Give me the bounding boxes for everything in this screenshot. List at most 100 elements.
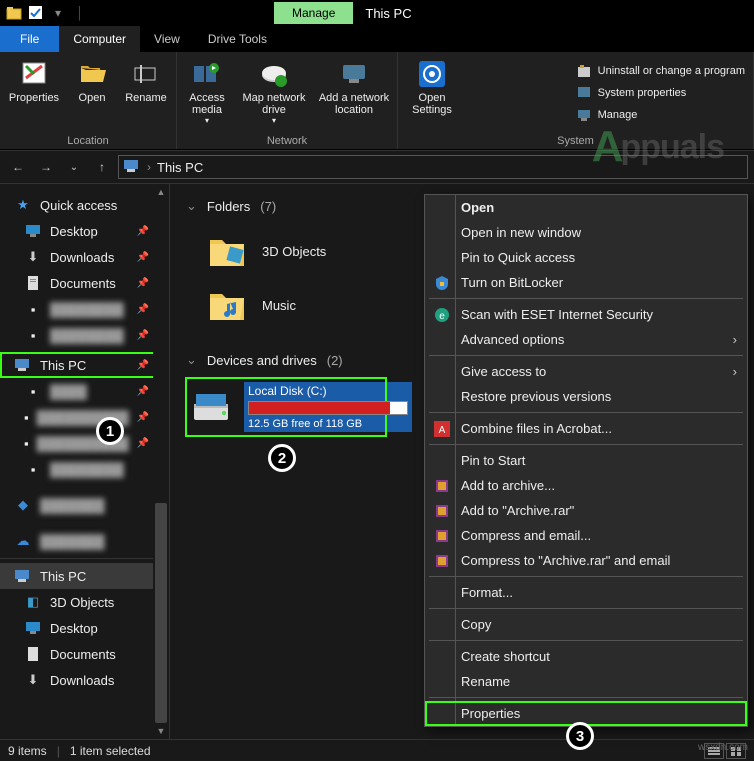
up-button[interactable]: ↑: [90, 155, 114, 179]
ribbon-group-network: Access media ▾ Map network drive ▾ Add a…: [177, 52, 398, 149]
cm-bitlocker[interactable]: Turn on BitLocker: [425, 270, 747, 295]
cm-open-new-window[interactable]: Open in new window: [425, 220, 747, 245]
sidebar-label: Quick access: [40, 198, 117, 213]
access-media-label: Access media: [183, 92, 231, 116]
tab-computer[interactable]: Computer: [59, 26, 140, 52]
pin-icon: 📌: [137, 304, 149, 315]
tab-file[interactable]: File: [0, 26, 59, 52]
uninstall-program-button[interactable]: Uninstall or change a program: [572, 60, 749, 82]
sidebar-item-hidden[interactable]: ▪████📌: [0, 378, 169, 404]
group-label: Devices and drives: [207, 353, 317, 368]
forward-button[interactable]: →: [34, 155, 58, 179]
folder-icon: ▪: [24, 410, 29, 425]
cm-restore-versions[interactable]: Restore previous versions: [425, 384, 747, 409]
cm-compress-email[interactable]: Compress and email...: [425, 523, 747, 548]
cm-pin-start[interactable]: Pin to Start: [425, 448, 747, 473]
folder-icon: ▪: [24, 462, 42, 477]
manage-tab[interactable]: Manage: [274, 2, 353, 24]
sidebar-downloads[interactable]: ⬇ Downloads 📌: [0, 244, 169, 270]
sidebar-desktop[interactable]: Desktop 📌: [0, 218, 169, 244]
cm-compress-rar-email[interactable]: Compress to "Archive.rar" and email: [425, 548, 747, 573]
settings-icon: [416, 58, 448, 90]
sidebar-3d-objects[interactable]: ◧ 3D Objects: [0, 589, 169, 615]
sidebar-quick-access[interactable]: ★ Quick access: [0, 192, 169, 218]
pin-icon: 📌: [137, 278, 149, 289]
sidebar-label: Documents: [50, 276, 116, 291]
cm-open[interactable]: Open: [425, 195, 747, 220]
open-settings-button[interactable]: Open Settings: [402, 56, 462, 118]
drive-local-c[interactable]: Local Disk (C:) 12.5 GB free of 118 GB: [186, 378, 386, 436]
access-media-button[interactable]: Access media ▾: [181, 56, 233, 133]
group-label-location: Location: [4, 133, 172, 147]
sidebar-scrollbar[interactable]: ▲ ▼: [153, 184, 169, 739]
cm-add-archive[interactable]: Add to archive...: [425, 473, 747, 498]
rename-icon: [130, 58, 162, 90]
open-button[interactable]: Open: [66, 56, 118, 133]
sidebar-item-hidden[interactable]: ◆███████: [0, 492, 169, 518]
desktop-icon: [24, 621, 42, 635]
cm-acrobat-combine[interactable]: A Combine files in Acrobat...: [425, 416, 747, 441]
sidebar-documents[interactable]: Documents 📌: [0, 270, 169, 296]
scrollbar-thumb[interactable]: [155, 503, 167, 723]
cm-copy[interactable]: Copy: [425, 612, 747, 637]
cm-create-shortcut[interactable]: Create shortcut: [425, 644, 747, 669]
cm-eset-scan[interactable]: e Scan with ESET Internet Security: [425, 302, 747, 327]
tab-drive-tools[interactable]: Drive Tools: [194, 26, 281, 52]
rename-button[interactable]: Rename: [120, 56, 172, 133]
cm-rename[interactable]: Rename: [425, 669, 747, 694]
sidebar-item-hidden[interactable]: ▪██████████📌: [0, 430, 169, 456]
onedrive-icon: ☁: [14, 533, 32, 549]
source-credit: wsxdn.com: [698, 742, 748, 753]
sidebar-documents-tree[interactable]: Documents: [0, 641, 169, 667]
sidebar-this-pc[interactable]: This PC 📌: [0, 352, 169, 378]
watermark: A ppuals: [592, 122, 724, 172]
cm-format[interactable]: Format...: [425, 580, 747, 605]
dropbox-icon: ◆: [14, 497, 32, 513]
cm-advanced-options[interactable]: Advanced options›: [425, 327, 747, 352]
breadcrumb-this-pc[interactable]: This PC: [157, 160, 203, 175]
sidebar: ★ Quick access Desktop 📌 ⬇ Downloads 📌 D…: [0, 184, 170, 739]
map-drive-icon: [258, 58, 290, 90]
pin-icon: 📌: [137, 438, 149, 449]
properties-icon: [18, 58, 50, 90]
sidebar-label: This PC: [40, 358, 86, 373]
folder-icon: ▪: [24, 302, 42, 317]
add-network-location-button[interactable]: Add a network location: [315, 56, 393, 133]
properties-button[interactable]: Properties: [4, 56, 64, 133]
pin-icon: 📌: [137, 386, 149, 397]
map-drive-label: Map network drive: [237, 92, 311, 116]
watermark-text: ppuals: [620, 128, 724, 167]
cm-pin-quick-access[interactable]: Pin to Quick access: [425, 245, 747, 270]
cm-properties[interactable]: Properties: [425, 701, 747, 726]
sidebar-item-hidden[interactable]: ☁███████: [0, 528, 169, 554]
scroll-down-icon[interactable]: ▼: [157, 723, 166, 739]
sidebar-item-hidden[interactable]: ▪████████📌: [0, 322, 169, 348]
pin-icon: 📌: [137, 252, 149, 263]
scroll-up-icon[interactable]: ▲: [157, 184, 166, 200]
system-properties-button[interactable]: System properties: [572, 82, 749, 104]
status-selected-count: 1 item selected: [70, 744, 151, 758]
pin-icon: 📌: [137, 412, 149, 423]
tab-view[interactable]: View: [140, 26, 194, 52]
sidebar-item-hidden[interactable]: ▪████████: [0, 456, 169, 482]
sidebar-item-hidden[interactable]: ▪██████████📌: [0, 404, 169, 430]
map-drive-button[interactable]: Map network drive ▾: [235, 56, 313, 133]
sidebar-downloads-tree[interactable]: ⬇ Downloads: [0, 667, 169, 693]
folder-icon: ▪: [24, 384, 42, 399]
cm-give-access[interactable]: Give access to›: [425, 359, 747, 384]
pin-icon: 📌: [137, 226, 149, 237]
winrar-icon: [433, 527, 451, 545]
sidebar-this-pc-tree[interactable]: This PC: [0, 563, 169, 589]
bitlocker-icon: [433, 274, 451, 292]
manage-label: Manage: [598, 109, 638, 121]
breadcrumb-separator-icon[interactable]: ›: [147, 160, 151, 174]
sidebar-desktop-tree[interactable]: Desktop: [0, 615, 169, 641]
sidebar-label: Desktop: [50, 621, 98, 636]
sidebar-item-hidden[interactable]: ▪████████📌: [0, 296, 169, 322]
back-button[interactable]: ←: [6, 155, 30, 179]
desktop-icon: [24, 224, 42, 238]
qat-dropdown-icon[interactable]: ▾: [50, 5, 66, 21]
cm-add-archive-rar[interactable]: Add to "Archive.rar": [425, 498, 747, 523]
qat-check-icon[interactable]: [28, 5, 44, 21]
recent-dropdown[interactable]: ⌄: [62, 155, 86, 179]
